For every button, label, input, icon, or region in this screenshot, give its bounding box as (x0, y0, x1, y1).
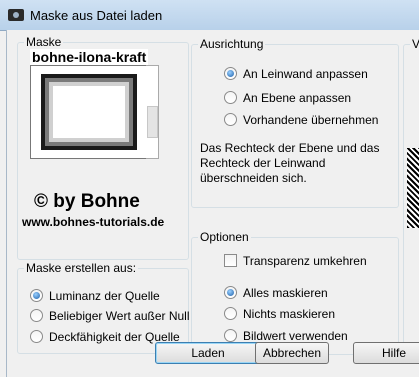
preview-legend: Vor (410, 37, 419, 51)
alignment-legend: Ausrichtung (198, 37, 266, 51)
website-text: www.bohnes-tutorials.de (22, 215, 165, 229)
thumbnail-scrollbar[interactable] (146, 65, 159, 159)
radio-use-image-value[interactable]: Bildwert verwenden (224, 329, 348, 343)
copyright-text: © by Bohne (34, 191, 140, 212)
radio-any-nonzero[interactable]: Beliebiger Wert außer Null (30, 309, 190, 323)
mask-thumbnail[interactable] (30, 65, 148, 159)
title-bar[interactable]: Maske aus Datei laden (0, 0, 419, 31)
create-mask-legend: Maske erstellen aus: (24, 261, 139, 275)
radio-fit-canvas[interactable]: An Leinwand anpassen (224, 67, 368, 81)
radio-fit-layer[interactable]: An Ebene anpassen (224, 91, 351, 105)
app-icon (8, 9, 24, 21)
alignment-description: Das Rechteck der Ebene und das Rechteck … (200, 141, 380, 185)
mask-name: bohne-ilona-kraft (30, 49, 149, 65)
mask-preview-image (31, 66, 147, 158)
mask-group: Maske bohne-ilona-kraft © by Bohne www.b… (17, 35, 189, 260)
mask-legend: Maske (24, 35, 64, 49)
options-group: Optionen Transparenz umkehren Alles mask… (191, 230, 399, 355)
radio-keep-existing[interactable]: Vorhandene übernehmen (224, 113, 378, 127)
cancel-button[interactable]: Abbrechen (255, 342, 329, 364)
preview-pattern (407, 148, 419, 228)
alignment-group: Ausrichtung An Leinwand anpassen An Eben… (191, 37, 399, 208)
radio-mask-none[interactable]: Nichts maskieren (224, 307, 335, 321)
load-button[interactable]: Laden (155, 342, 261, 364)
invert-transparency-checkbox[interactable]: Transparenz umkehren (224, 254, 367, 268)
radio-mask-all[interactable]: Alles maskieren (224, 286, 328, 300)
options-legend: Optionen (198, 230, 251, 244)
dialog-body: Maske bohne-ilona-kraft © by Bohne www.b… (6, 30, 419, 377)
window-title: Maske aus Datei laden (30, 8, 163, 23)
radio-luminance[interactable]: Luminanz der Quelle (30, 289, 160, 303)
help-button[interactable]: Hilfe (353, 342, 419, 364)
